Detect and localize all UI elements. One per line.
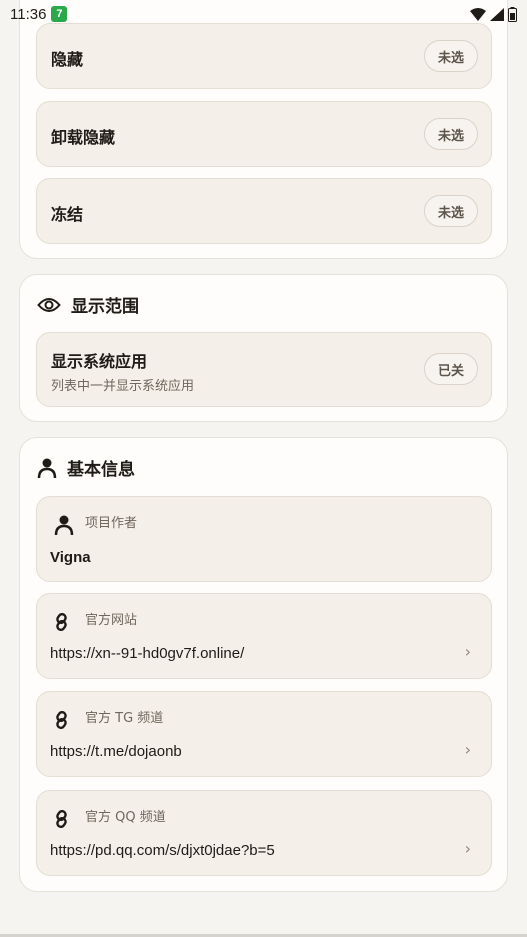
chevron-right-icon: › bbox=[464, 740, 471, 759]
row-subtitle: 列表中一并显示系统应用 bbox=[51, 379, 195, 394]
chevron-right-icon: › bbox=[464, 839, 471, 858]
info-link[interactable]: https://xn--91-hd0gv7f.online/ bbox=[50, 645, 244, 662]
option-state-pill[interactable]: 未选 bbox=[423, 40, 478, 72]
info-label: 官方 QQ 频道 bbox=[85, 810, 166, 825]
basic-info-card: 基本信息 项目作者 Vigna 官方网站 https://xn--91-hd0g… bbox=[19, 437, 508, 892]
toggle-state-pill[interactable]: 已关 bbox=[423, 353, 478, 385]
mode-options-card: 隐藏 未选 卸载隐藏 未选 冻结 未选 bbox=[19, 0, 508, 259]
link-icon bbox=[56, 613, 67, 631]
person-icon bbox=[37, 458, 57, 478]
wifi-icon bbox=[470, 7, 486, 21]
info-value: Vigna bbox=[50, 549, 91, 566]
info-link[interactable]: https://t.me/dojaonb bbox=[50, 743, 182, 760]
signal-icon bbox=[490, 7, 504, 21]
battery-icon bbox=[508, 6, 517, 22]
option-hide[interactable]: 隐藏 未选 bbox=[36, 23, 492, 89]
info-tg[interactable]: 官方 TG 频道 https://t.me/dojaonb › bbox=[36, 691, 492, 777]
system-apps-toggle-row[interactable]: 显示系统应用 列表中一并显示系统应用 已关 bbox=[36, 332, 492, 407]
link-icon bbox=[56, 711, 67, 729]
status-icons bbox=[470, 6, 517, 22]
link-icon bbox=[56, 810, 67, 828]
info-label: 项目作者 bbox=[85, 516, 138, 531]
eye-icon bbox=[37, 297, 61, 312]
option-freeze[interactable]: 冻结 未选 bbox=[36, 178, 492, 244]
info-link[interactable]: https://pd.qq.com/s/djxt0jdae?b=5 bbox=[50, 842, 275, 859]
section-header: 显示范围 bbox=[37, 292, 139, 317]
status-bar: 11:36 7 bbox=[0, 0, 527, 28]
row-title: 显示系统应用 bbox=[51, 352, 148, 371]
person-icon bbox=[54, 515, 74, 536]
info-author: 项目作者 Vigna bbox=[36, 496, 492, 582]
status-time: 11:36 bbox=[10, 5, 47, 23]
info-label: 官方 TG 频道 bbox=[85, 711, 164, 726]
option-label: 隐藏 bbox=[51, 50, 84, 69]
option-label: 卸载隐藏 bbox=[51, 128, 116, 147]
notification-badge: 7 bbox=[51, 6, 68, 22]
option-uninstall-hide[interactable]: 卸载隐藏 未选 bbox=[36, 101, 492, 167]
chevron-right-icon: › bbox=[464, 642, 471, 661]
section-header: 基本信息 bbox=[37, 455, 135, 480]
option-state-pill[interactable]: 未选 bbox=[423, 118, 478, 150]
option-state-pill[interactable]: 未选 bbox=[423, 195, 478, 227]
display-scope-card: 显示范围 显示系统应用 列表中一并显示系统应用 已关 bbox=[19, 274, 508, 422]
info-label: 官方网站 bbox=[85, 613, 138, 628]
info-website[interactable]: 官方网站 https://xn--91-hd0gv7f.online/ › bbox=[36, 593, 492, 679]
section-title: 基本信息 bbox=[67, 460, 135, 480]
section-title: 显示范围 bbox=[71, 297, 139, 317]
option-label: 冻结 bbox=[51, 205, 84, 224]
info-qq[interactable]: 官方 QQ 频道 https://pd.qq.com/s/djxt0jdae?b… bbox=[36, 790, 492, 876]
